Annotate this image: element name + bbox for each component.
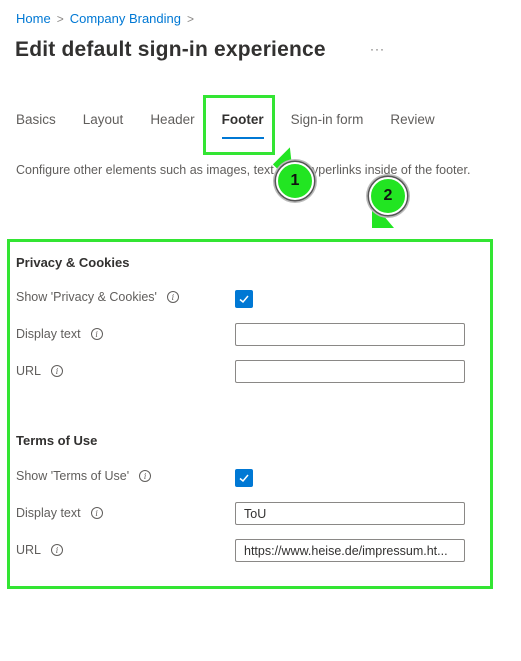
show-privacy-label: Show 'Privacy & Cookies' i: [16, 290, 179, 304]
annotation-marker-1: 1: [276, 162, 314, 200]
tab-review[interactable]: Review: [390, 112, 434, 132]
checkmark-icon: [239, 295, 249, 304]
show-terms-checkbox[interactable]: [235, 469, 253, 487]
info-icon[interactable]: i: [51, 544, 64, 556]
checkmark-icon: [239, 474, 249, 483]
privacy-display-text-label: Display text i: [16, 327, 103, 341]
terms-display-text-label: Display text i: [16, 506, 103, 520]
privacy-display-text-label-text: Display text: [16, 327, 81, 341]
privacy-section-title: Privacy & Cookies: [16, 255, 130, 270]
footer-description: Configure other elements such as images,…: [16, 163, 471, 177]
info-icon[interactable]: i: [139, 470, 152, 482]
tab-basics[interactable]: Basics: [16, 112, 56, 132]
breadcrumb-company-branding[interactable]: Company Branding: [70, 11, 181, 26]
terms-url-label: URL i: [16, 543, 64, 557]
breadcrumb-home[interactable]: Home: [16, 11, 51, 26]
terms-section-title: Terms of Use: [16, 433, 98, 448]
show-privacy-label-text: Show 'Privacy & Cookies': [16, 290, 157, 304]
info-icon[interactable]: i: [90, 507, 103, 519]
chevron-right-icon: >: [187, 11, 195, 26]
privacy-display-text-input[interactable]: [235, 323, 465, 346]
privacy-url-label-text: URL: [16, 364, 42, 378]
terms-url-label-text: URL: [16, 543, 42, 557]
info-icon[interactable]: i: [166, 291, 179, 303]
info-icon[interactable]: i: [90, 328, 103, 340]
terms-display-text-label-text: Display text: [16, 506, 81, 520]
terms-url-input[interactable]: https://www.heise.de/impressum.ht...: [235, 539, 465, 562]
tab-sign-in-form[interactable]: Sign-in form: [291, 112, 364, 132]
tab-header[interactable]: Header: [150, 112, 194, 132]
tab-layout[interactable]: Layout: [83, 112, 124, 132]
annotation-highlight-footer-tab: [203, 95, 275, 155]
more-options-button[interactable]: ···: [370, 42, 385, 56]
privacy-url-label: URL i: [16, 364, 64, 378]
chevron-right-icon: >: [56, 11, 64, 26]
breadcrumb: Home > Company Branding >: [16, 11, 194, 26]
show-privacy-checkbox[interactable]: [235, 290, 253, 308]
privacy-url-input[interactable]: [235, 360, 465, 383]
terms-display-text-input[interactable]: ToU: [235, 502, 465, 525]
show-terms-label-text: Show 'Terms of Use': [16, 469, 130, 483]
annotation-marker-2: 2: [369, 177, 407, 215]
info-icon[interactable]: i: [51, 365, 64, 377]
show-terms-label: Show 'Terms of Use' i: [16, 469, 152, 483]
page-title: Edit default sign-in experience: [15, 38, 326, 61]
